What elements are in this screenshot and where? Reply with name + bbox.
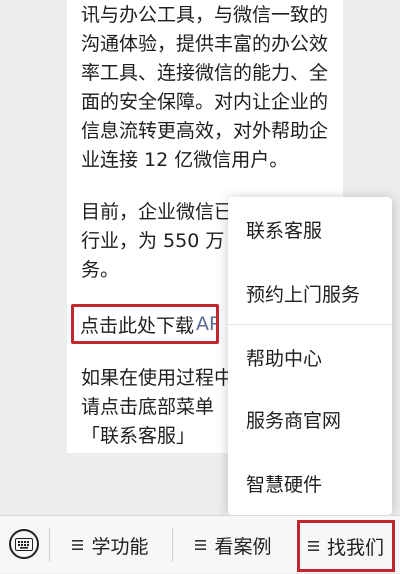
menu-learn-features-button[interactable]: 学功能 bbox=[50, 516, 171, 574]
menu-view-cases-button[interactable]: 看案例 bbox=[173, 516, 294, 574]
keyboard-toggle-button[interactable] bbox=[9, 529, 39, 559]
menu-item-contact-support[interactable]: 联系客服 bbox=[228, 197, 392, 261]
menu-item-book-onsite-service[interactable]: 预约上门服务 bbox=[228, 261, 392, 325]
menu-item-smart-hardware[interactable]: 智慧硬件 bbox=[228, 451, 392, 515]
download-link-text: 点击此处下载 bbox=[80, 314, 195, 337]
menu-label: 学功能 bbox=[91, 535, 149, 558]
menu-find-us-button[interactable]: 找我们 bbox=[297, 520, 395, 572]
menu-item-help-center[interactable]: 帮助中心 bbox=[228, 325, 392, 389]
keyboard-icon bbox=[15, 537, 33, 551]
menu-lines-icon bbox=[72, 540, 84, 550]
popup-menu: 联系客服 预约上门服务 帮助中心 服务商官网 智慧硬件 bbox=[228, 197, 392, 515]
menu-lines-icon bbox=[307, 541, 319, 551]
menu-label: 找我们 bbox=[326, 536, 384, 559]
menu-lines-icon bbox=[195, 540, 207, 550]
message-paragraph: 讯与办公工具，与微信一致的 沟通体验，提供丰富的办公效 率工具、连接微信的能力、… bbox=[81, 4, 329, 171]
download-link-accent: AP bbox=[196, 313, 219, 335]
menu-label: 看案例 bbox=[214, 535, 272, 558]
bottom-menu-bar: 学功能 看案例 找我们 bbox=[0, 515, 400, 573]
download-app-link[interactable]: 点击此处下载 AP bbox=[71, 304, 219, 344]
menu-item-service-provider-site[interactable]: 服务商官网 bbox=[228, 387, 392, 451]
